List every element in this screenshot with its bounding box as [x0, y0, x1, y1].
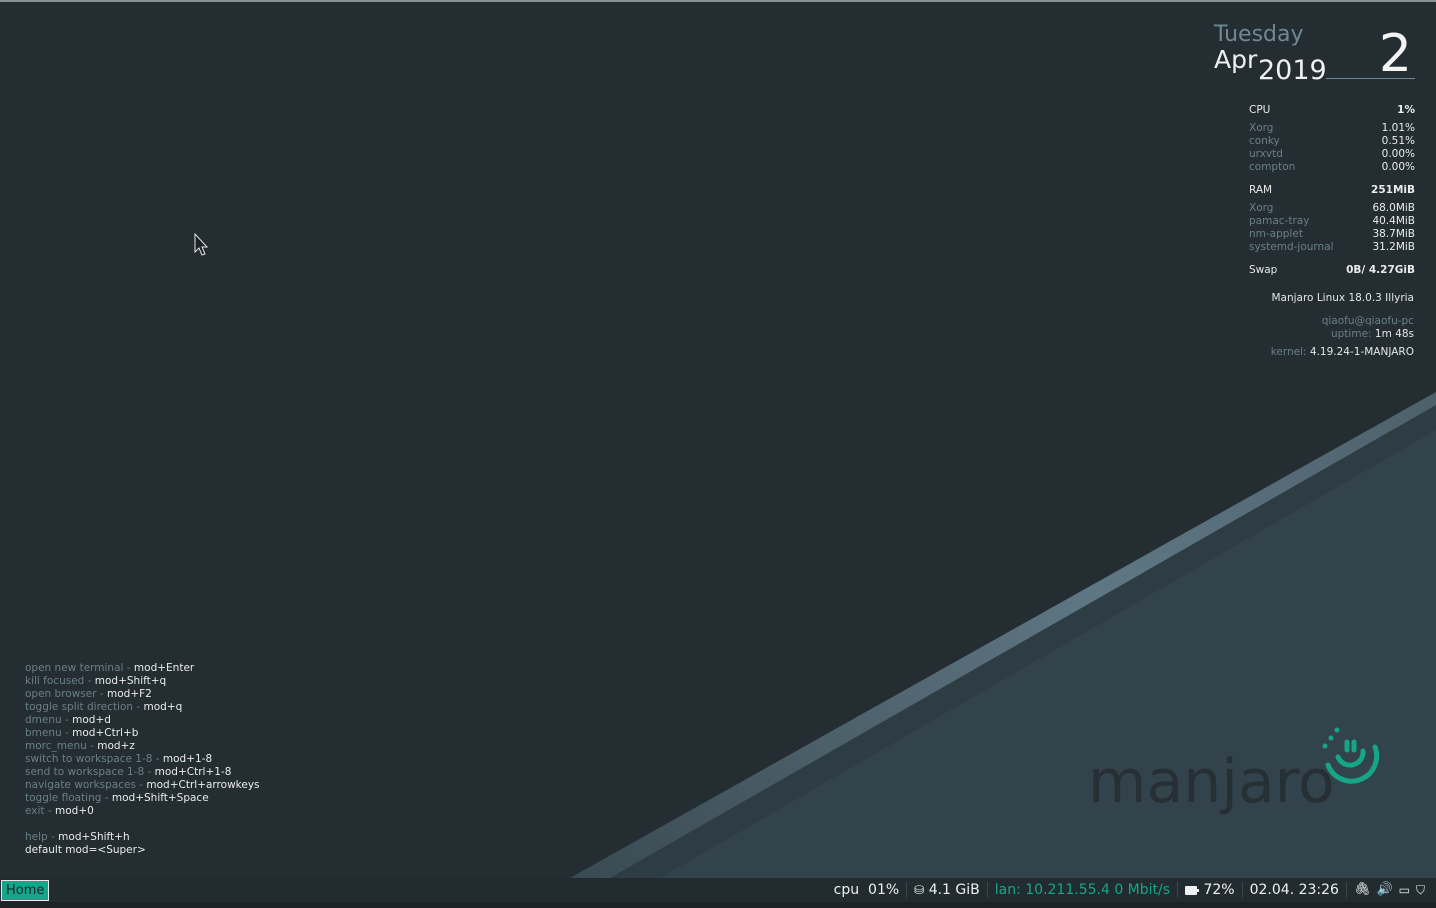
- help-line: open browser - mod+F2: [25, 688, 152, 700]
- cpu-proc-value: 0.00%: [1381, 148, 1415, 160]
- keybinding-help: open new terminal - mod+Enter kill focus…: [25, 662, 260, 857]
- cpu-proc-name: compton: [1249, 161, 1296, 173]
- ram-proc-name: systemd-journal: [1249, 241, 1334, 253]
- cpu-proc-name: conky: [1249, 135, 1280, 147]
- network-block[interactable]: lan: 10.211.55.4 0 Mbit/s: [986, 882, 1177, 898]
- shield-icon[interactable]: ⛉: [1416, 882, 1425, 898]
- ram-proc-name: nm-applet: [1249, 228, 1303, 240]
- swap-value: 0B/ 4.27GiB: [1346, 264, 1415, 276]
- help-line: switch to workspace 1-8 - mod+1-8: [25, 753, 213, 765]
- manjaro-icon: [1325, 739, 1380, 784]
- help-line: dmenu - mod+d: [25, 714, 111, 726]
- manjaro-logo: manjaro: [1088, 727, 1380, 817]
- ram-section: RAM 251MiB Xorg 68.0MiB pamac-tray 40.4MiB …: [1249, 184, 1415, 254]
- help-line: kill focused - mod+Shift+q: [25, 675, 167, 687]
- disk-block[interactable]: ⛁ 4.1 GiB: [906, 882, 987, 898]
- user-host: qiaofu@qiaofu-pc: [1321, 315, 1414, 327]
- disk-icon: ⛁: [914, 883, 925, 897]
- help-line: toggle floating - mod+Shift+Space: [25, 792, 209, 804]
- ram-proc-value: 38.7MiB: [1372, 228, 1415, 240]
- help-line: bmenu - mod+Ctrl+b: [25, 727, 139, 739]
- date-underline: [1326, 78, 1415, 79]
- swap-section: Swap 0B/ 4.27GiB: [1249, 264, 1415, 277]
- uptime: uptime: 1m 48s: [1330, 328, 1414, 340]
- conky-weekday: Tuesday: [1214, 22, 1304, 47]
- help-line: open new terminal - mod+Enter: [25, 662, 195, 674]
- help-line: send to workspace 1-8 - mod+Ctrl+1-8: [25, 766, 232, 778]
- conky-year: 2019: [1258, 55, 1327, 86]
- cpu-proc-name: urxvtd: [1249, 148, 1283, 160]
- ram-proc-value: 68.0MiB: [1372, 202, 1415, 214]
- status-bar: Home cpu 01% ⛁ 4.1 GiB lan: 10.211.55.4 …: [0, 878, 1436, 902]
- ram-proc-name: Xorg: [1249, 202, 1274, 214]
- ram-total: 251MiB: [1371, 184, 1415, 196]
- cpu-section: CPU 1% Xorg 1.01% conky 0.51% urxvtd 0.00% c…: [1249, 104, 1415, 174]
- mouse-cursor-icon: [194, 233, 209, 256]
- help-line: toggle split direction - mod+q: [25, 701, 183, 713]
- battery-icon: [1185, 885, 1200, 895]
- ram-proc-value: 31.2MiB: [1372, 241, 1415, 253]
- manjaro-logo-text: manjaro: [1088, 747, 1335, 817]
- help-line: navigate workspaces - mod+Ctrl+arrowkeys: [25, 779, 260, 791]
- bottom-strip: [0, 902, 1436, 908]
- cpu-proc-name: Xorg: [1249, 122, 1274, 134]
- help-line: help - mod+Shift+h: [25, 831, 130, 843]
- ram-proc-name: pamac-tray: [1249, 215, 1310, 227]
- tray-area: 🖇 🔊 ▭ ⛉: [1345, 882, 1432, 898]
- ram-label: RAM: [1249, 184, 1273, 196]
- paperclip-icon[interactable]: 🖇: [1354, 882, 1371, 898]
- status-blocks: cpu 01% ⛁ 4.1 GiB lan: 10.211.55.4 0 Mbi…: [827, 878, 1432, 902]
- cpu-proc-value: 0.51%: [1381, 135, 1415, 147]
- swap-label: Swap: [1249, 264, 1278, 276]
- conky-day-number: 2: [1378, 24, 1412, 84]
- cpu-block[interactable]: cpu 01%: [827, 882, 907, 898]
- clock-block[interactable]: 02.04. 23:26: [1241, 882, 1346, 898]
- default-mod: default mod=<Super>: [25, 844, 146, 856]
- cpu-proc-value: 1.01%: [1381, 122, 1415, 134]
- volume-icon[interactable]: 🔊: [1376, 882, 1392, 898]
- display-icon[interactable]: ▭: [1399, 882, 1410, 898]
- workspace-button-home[interactable]: Home: [1, 880, 50, 901]
- ram-proc-value: 40.4MiB: [1372, 215, 1415, 227]
- cpu-label: CPU: [1249, 104, 1271, 116]
- battery-block[interactable]: 72%: [1177, 882, 1242, 898]
- kernel: kernel: 4.19.24-1-MANJARO: [1270, 346, 1414, 358]
- os-name: Manjaro Linux 18.0.3 Illyria: [1271, 292, 1414, 304]
- cpu-proc-value: 0.00%: [1381, 161, 1415, 173]
- help-line: morc_menu - mod+z: [25, 740, 135, 752]
- conky-month: Apr: [1214, 45, 1258, 74]
- cpu-total: 1%: [1397, 104, 1415, 116]
- help-line: exit - mod+0: [25, 805, 94, 817]
